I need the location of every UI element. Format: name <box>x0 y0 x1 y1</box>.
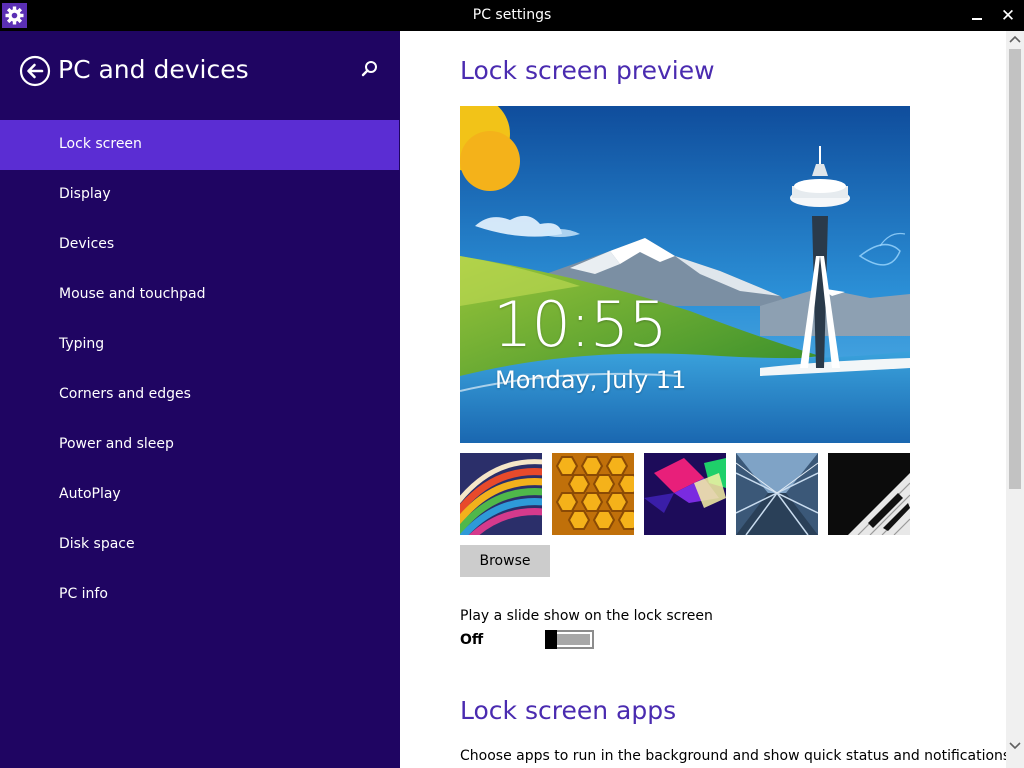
lock-screen-apps-description: Choose apps to run in the background and… <box>460 748 1015 764</box>
wallpaper-thumbnail-ribbons[interactable] <box>460 453 542 535</box>
main-content: Lock screen preview 10:55 Monday, July 1… <box>400 31 1015 768</box>
close-icon: ✕ <box>1000 6 1016 26</box>
slideshow-setting-label: Play a slide show on the lock screen <box>460 608 713 624</box>
search-button[interactable] <box>360 59 380 81</box>
back-button[interactable] <box>19 55 51 87</box>
sidebar-item-label: Lock screen <box>59 136 142 152</box>
back-arrow-icon <box>19 55 51 87</box>
scrollbar-thumb[interactable] <box>1009 49 1021 489</box>
slideshow-toggle-state: Off <box>460 632 484 648</box>
title-bar: PC settings ✕ <box>0 0 1024 31</box>
sidebar-item-typing[interactable]: Typing <box>0 320 399 370</box>
sidebar-item-label: Typing <box>59 336 105 352</box>
wallpaper-thumbnail-piano-keys[interactable] <box>828 453 910 535</box>
sidebar-item-mouse-and-touchpad[interactable]: Mouse and touchpad <box>0 270 399 320</box>
toggle-knob <box>545 630 557 649</box>
lock-screen-date: Monday, July 11 <box>495 366 687 394</box>
sidebar-item-label: Devices <box>59 236 115 252</box>
window-title: PC settings <box>472 7 552 23</box>
minimize-button[interactable] <box>966 2 990 28</box>
sidebar-item-label: Corners and edges <box>59 386 191 402</box>
sidebar-item-pc-info[interactable]: PC info <box>0 570 399 620</box>
wallpaper-thumbnail-honeycomb[interactable] <box>552 453 634 535</box>
sidebar-item-label: Mouse and touchpad <box>59 286 206 302</box>
sidebar-item-power-and-sleep[interactable]: Power and sleep <box>0 420 399 470</box>
scroll-down-button[interactable] <box>1006 736 1024 754</box>
sidebar-item-devices[interactable]: Devices <box>0 220 399 270</box>
scroll-up-button[interactable] <box>1006 31 1024 49</box>
settings-nav-list: Lock screen Display Devices Mouse and to… <box>0 120 399 620</box>
sidebar-item-display[interactable]: Display <box>0 170 399 220</box>
wallpaper-thumbnail-neon-shapes[interactable] <box>644 453 726 535</box>
sidebar-item-label: Display <box>59 186 111 202</box>
close-button[interactable]: ✕ <box>996 4 1020 28</box>
sidebar-item-disk-space[interactable]: Disk space <box>0 520 399 570</box>
slideshow-toggle-switch[interactable] <box>545 630 594 649</box>
search-icon <box>361 61 377 77</box>
sidebar-item-label: PC info <box>59 586 108 602</box>
sidebar-item-autoplay[interactable]: AutoPlay <box>0 470 399 520</box>
browse-button[interactable]: Browse <box>460 545 550 577</box>
lock-screen-time: 10:55 <box>493 288 668 361</box>
sidebar-item-label: Disk space <box>59 536 135 552</box>
chevron-down-icon <box>1009 742 1021 750</box>
sidebar-item-label: Power and sleep <box>59 436 174 452</box>
lock-screen-thumbnail-list <box>460 453 910 535</box>
sidebar-item-lock-screen[interactable]: Lock screen <box>0 120 399 170</box>
lock-screen-preview-image: 10:55 Monday, July 11 <box>460 106 910 443</box>
section-heading-lock-screen-apps: Lock screen apps <box>460 696 677 725</box>
sidebar: PC and devices Lock screen Display Devic… <box>0 31 400 768</box>
sidebar-title: PC and devices <box>58 55 249 84</box>
section-heading-lock-screen-preview: Lock screen preview <box>460 56 715 85</box>
vertical-scrollbar[interactable] <box>1006 31 1024 768</box>
wallpaper-thumbnail-escalator[interactable] <box>736 453 818 535</box>
chevron-up-icon <box>1009 35 1021 43</box>
sidebar-item-corners-and-edges[interactable]: Corners and edges <box>0 370 399 420</box>
sidebar-item-label: AutoPlay <box>59 486 121 502</box>
